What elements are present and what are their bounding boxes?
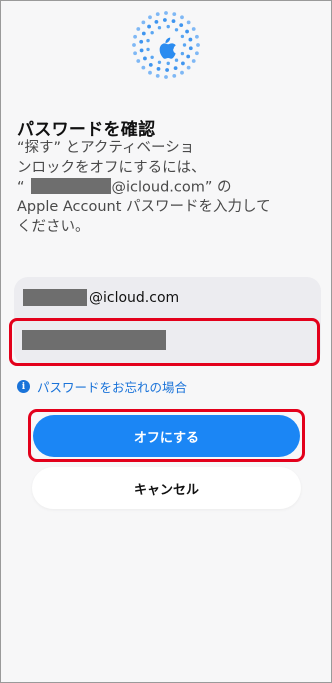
- ring-dot: [156, 66, 161, 71]
- ring-dot: [195, 51, 199, 56]
- ring-dot: [155, 74, 160, 78]
- ring-dot: [188, 46, 193, 51]
- ring-dot: [166, 24, 170, 29]
- ring-dot: [154, 20, 159, 24]
- ring-dot: [174, 58, 179, 62]
- ring-dot: [181, 61, 185, 66]
- ring-dot: [166, 61, 170, 66]
- ring-dot: [185, 29, 189, 34]
- description-line-5: ください。: [17, 218, 90, 235]
- ring-dot: [143, 56, 147, 61]
- ring-dot: [146, 38, 150, 43]
- ring-dot: [150, 55, 154, 59]
- ring-dot: [180, 70, 184, 75]
- ring-dot: [180, 51, 185, 56]
- ring-dot: [196, 43, 200, 47]
- info-icon: i: [17, 380, 30, 393]
- ring-dot: [133, 51, 137, 56]
- dotted-ring-icon: [132, 11, 200, 79]
- turn-off-button-highlight: [28, 409, 305, 462]
- description-line-2: ンロックをオフにするには、: [17, 159, 206, 176]
- ring-dot: [191, 59, 196, 63]
- find-my-logo: [131, 10, 201, 80]
- description-line-4: Apple Account パスワードを入力して: [17, 199, 271, 215]
- ring-dot: [172, 74, 177, 78]
- cancel-button[interactable]: キャンセル: [32, 467, 301, 509]
- ring-dot: [165, 68, 170, 72]
- apple-logo-icon: [159, 37, 176, 59]
- ring-dot: [180, 15, 184, 20]
- ring-dot: [186, 20, 191, 25]
- description-line-1: “探す” とアクティベーショ: [17, 140, 195, 156]
- ring-dot: [136, 27, 141, 31]
- ring-dot: [195, 34, 199, 39]
- ring-dot: [139, 48, 144, 53]
- dialog-title: パスワードを確認: [17, 120, 156, 140]
- ring-dot: [141, 20, 146, 25]
- ring-dot: [164, 75, 168, 79]
- ring-dot: [139, 39, 144, 44]
- ring-dot: [188, 37, 193, 42]
- description-quote: “: [17, 179, 25, 196]
- ring-dot: [150, 31, 154, 35]
- ring-dot: [132, 43, 136, 47]
- ring-dot: [180, 34, 185, 39]
- ring-dot: [157, 26, 162, 30]
- forgot-password-link[interactable]: i パスワードをお忘れの場合: [17, 377, 187, 396]
- ring-dot: [141, 31, 146, 36]
- ring-dot: [186, 65, 191, 70]
- ring-dot: [171, 19, 176, 24]
- redacted-account-name: [23, 289, 87, 306]
- cancel-label: キャンセル: [133, 482, 199, 498]
- account-suffix: @icloud.com: [89, 289, 180, 306]
- ring-dot: [191, 27, 196, 31]
- ring-dot: [146, 47, 150, 52]
- account-field: @icloud.com: [23, 289, 179, 306]
- ring-dot: [155, 12, 160, 16]
- ring-dot: [179, 23, 184, 28]
- ring-dot: [162, 18, 167, 22]
- ring-dot: [136, 59, 141, 63]
- ring-dot: [186, 54, 191, 59]
- dialog-description: “探す” とアクティベーショ ンロックをオフにするには、 “ @icloud.co…: [17, 139, 317, 237]
- ring-dot: [133, 34, 137, 39]
- redacted-email: [30, 178, 111, 194]
- description-line-3: “ @icloud.com” の: [17, 178, 317, 198]
- ring-dot: [141, 65, 146, 70]
- ring-dot: [172, 12, 177, 16]
- ring-dot: [148, 70, 152, 75]
- ring-dot: [148, 15, 152, 20]
- ring-dot: [173, 66, 178, 70]
- description-email-suffix: @icloud.com” の: [111, 179, 232, 196]
- ring-dot: [174, 28, 179, 32]
- ring-dot: [147, 24, 151, 29]
- password-field-highlight: [9, 318, 320, 366]
- ring-dot: [182, 43, 187, 47]
- forgot-password-label: パスワードをお忘れの場合: [37, 380, 188, 395]
- ring-dot: [164, 11, 168, 15]
- ring-dot: [157, 60, 162, 64]
- ring-dot: [148, 62, 153, 67]
